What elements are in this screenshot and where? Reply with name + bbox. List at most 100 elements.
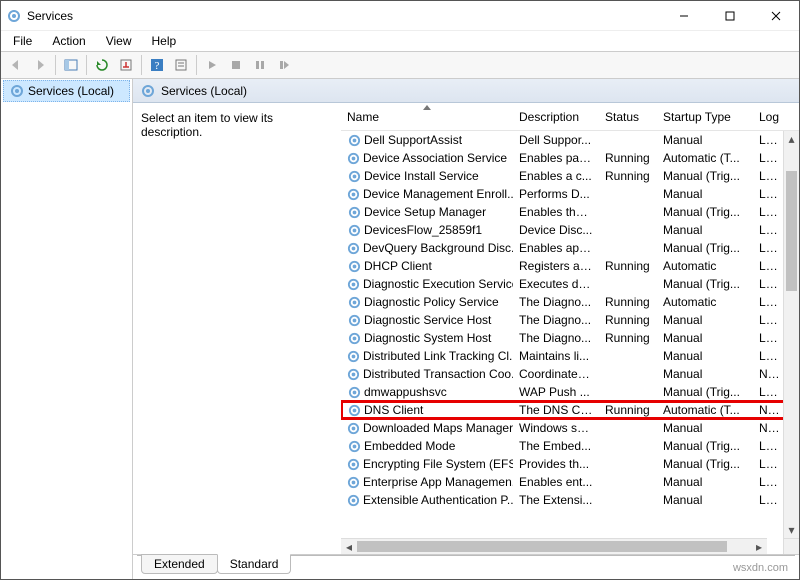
service-logon: Loc xyxy=(753,151,781,165)
scroll-left-button[interactable]: ◂ xyxy=(341,539,357,554)
service-name: Dell SupportAssist xyxy=(364,133,462,147)
properties-button[interactable] xyxy=(170,54,192,76)
service-logon: Loc xyxy=(753,349,781,363)
service-row[interactable]: Device Management Enroll...Performs D...… xyxy=(341,185,799,203)
service-description: The Extensi... xyxy=(513,493,599,507)
service-row[interactable]: Diagnostic Service HostThe Diagno...Runn… xyxy=(341,311,799,329)
service-status: Running xyxy=(599,151,657,165)
menu-file[interactable]: File xyxy=(5,32,40,50)
menu-help[interactable]: Help xyxy=(144,32,185,50)
help-button[interactable]: ? xyxy=(146,54,168,76)
col-header-logon[interactable]: Log xyxy=(753,106,781,128)
col-header-startup[interactable]: Startup Type xyxy=(657,106,753,128)
service-logon: Loc xyxy=(753,493,781,507)
toolbar-separator xyxy=(196,55,197,75)
gear-icon xyxy=(347,134,361,147)
gear-icon xyxy=(141,84,155,98)
service-row[interactable]: Diagnostic Policy ServiceThe Diagno...Ru… xyxy=(341,293,799,311)
service-row[interactable]: Device Setup ManagerEnables the ...Manua… xyxy=(341,203,799,221)
service-logon: Loc xyxy=(753,223,781,237)
service-status: Running xyxy=(599,403,657,417)
service-name: Device Install Service xyxy=(364,169,479,183)
horizontal-scroll-thumb[interactable] xyxy=(357,541,727,552)
scroll-right-button[interactable]: ▸ xyxy=(751,539,767,554)
tab-standard[interactable]: Standard xyxy=(217,554,292,574)
service-description: The DNS Cli... xyxy=(513,403,599,417)
service-name: Extensible Authentication P... xyxy=(363,493,513,507)
gear-icon xyxy=(347,494,360,507)
description-column: Select an item to view its description. xyxy=(133,103,341,554)
service-description: Enables the ... xyxy=(513,205,599,219)
back-button[interactable] xyxy=(5,54,27,76)
vertical-scroll-thumb[interactable] xyxy=(786,171,797,291)
service-row[interactable]: Diagnostic System Host The Diagno...Runni… xyxy=(341,329,799,347)
service-description: Enables a c... xyxy=(513,169,599,183)
service-description: Device Disc... xyxy=(513,223,599,237)
service-row[interactable]: Diagnostic Execution ServiceExecutes dia… xyxy=(341,275,799,293)
window-title: Services xyxy=(27,9,73,23)
service-row[interactable]: Device Association ServiceEnables pair..… xyxy=(341,149,799,167)
tree-pane: Services (Local) xyxy=(1,79,133,579)
maximize-button[interactable] xyxy=(707,1,753,31)
service-name: Diagnostic System Host xyxy=(364,331,491,345)
service-name: Diagnostic Service Host xyxy=(364,313,491,327)
tab-extended[interactable]: Extended xyxy=(141,554,218,574)
service-startup: Automatic xyxy=(657,295,753,309)
service-row[interactable]: Distributed Link Tracking Cl...Maintains… xyxy=(341,347,799,365)
horizontal-scrollbar[interactable]: ◂ ▸ xyxy=(341,538,767,554)
forward-button[interactable] xyxy=(29,54,51,76)
service-row[interactable]: DevicesFlow_25859f1Device Disc...ManualL… xyxy=(341,221,799,239)
start-service-button[interactable] xyxy=(201,54,223,76)
tree-item-services-local[interactable]: Services (Local) xyxy=(3,80,130,102)
export-list-button[interactable] xyxy=(115,54,137,76)
close-button[interactable] xyxy=(753,1,799,31)
scroll-down-button[interactable]: ▾ xyxy=(784,522,799,538)
service-name: Embedded Mode xyxy=(364,439,455,453)
service-row[interactable]: Embedded ModeThe Embed...Manual (Trig...… xyxy=(341,437,799,455)
service-row[interactable]: DNS ClientThe DNS Cli...RunningAutomatic… xyxy=(341,401,799,419)
service-row[interactable]: Downloaded Maps ManagerWindows se...Manu… xyxy=(341,419,799,437)
service-row[interactable]: DHCP ClientRegisters an...RunningAutomat… xyxy=(341,257,799,275)
gear-icon xyxy=(347,242,360,255)
service-row[interactable]: DevQuery Background Disc...Enables app..… xyxy=(341,239,799,257)
menubar: File Action View Help xyxy=(1,31,799,51)
services-window: Services File Action View Help ? xyxy=(0,0,800,580)
pane-header: Services (Local) xyxy=(133,79,799,103)
minimize-button[interactable] xyxy=(661,1,707,31)
service-row[interactable]: Distributed Transaction Coo...Coordinate… xyxy=(341,365,799,383)
toolbar-separator xyxy=(141,55,142,75)
service-description: The Diagno... xyxy=(513,331,599,345)
restart-service-button[interactable] xyxy=(273,54,295,76)
service-startup: Manual xyxy=(657,475,753,489)
menu-view[interactable]: View xyxy=(98,32,140,50)
show-hide-console-tree-button[interactable] xyxy=(60,54,82,76)
service-description: Enables app... xyxy=(513,241,599,255)
refresh-button[interactable] xyxy=(91,54,113,76)
service-name: Diagnostic Policy Service xyxy=(364,295,499,309)
tree-item-label: Services (Local) xyxy=(28,84,114,98)
vertical-scrollbar[interactable]: ▴ ▾ xyxy=(783,131,799,538)
menu-action[interactable]: Action xyxy=(44,32,93,50)
service-row[interactable]: Device Install ServiceEnables a c...Runn… xyxy=(341,167,799,185)
service-status: Running xyxy=(599,331,657,345)
service-startup: Manual xyxy=(657,421,753,435)
service-row[interactable]: Enterprise App Managemen...Enables ent..… xyxy=(341,473,799,491)
stop-service-button[interactable] xyxy=(225,54,247,76)
service-row[interactable]: Extensible Authentication P...The Extens… xyxy=(341,491,799,509)
service-name: DevQuery Background Disc... xyxy=(363,241,513,255)
col-header-status[interactable]: Status xyxy=(599,106,657,128)
service-status: Running xyxy=(599,313,657,327)
scroll-up-button[interactable]: ▴ xyxy=(784,131,799,147)
service-startup: Manual xyxy=(657,349,753,363)
col-header-description[interactable]: Description xyxy=(513,106,599,128)
pause-service-button[interactable] xyxy=(249,54,271,76)
service-startup: Manual (Trig... xyxy=(657,457,753,471)
service-row[interactable]: dmwappushsvcWAP Push ...Manual (Trig...L… xyxy=(341,383,799,401)
service-name: Device Setup Manager xyxy=(364,205,486,219)
col-header-name[interactable]: Name xyxy=(341,106,513,128)
service-description: Windows se... xyxy=(513,421,599,435)
service-row[interactable]: Encrypting File System (EFS)Provides th.… xyxy=(341,455,799,473)
service-startup: Manual xyxy=(657,367,753,381)
service-logon: Loc xyxy=(753,241,781,255)
service-row[interactable]: Dell SupportAssistDell Suppor...ManualLo… xyxy=(341,131,799,149)
